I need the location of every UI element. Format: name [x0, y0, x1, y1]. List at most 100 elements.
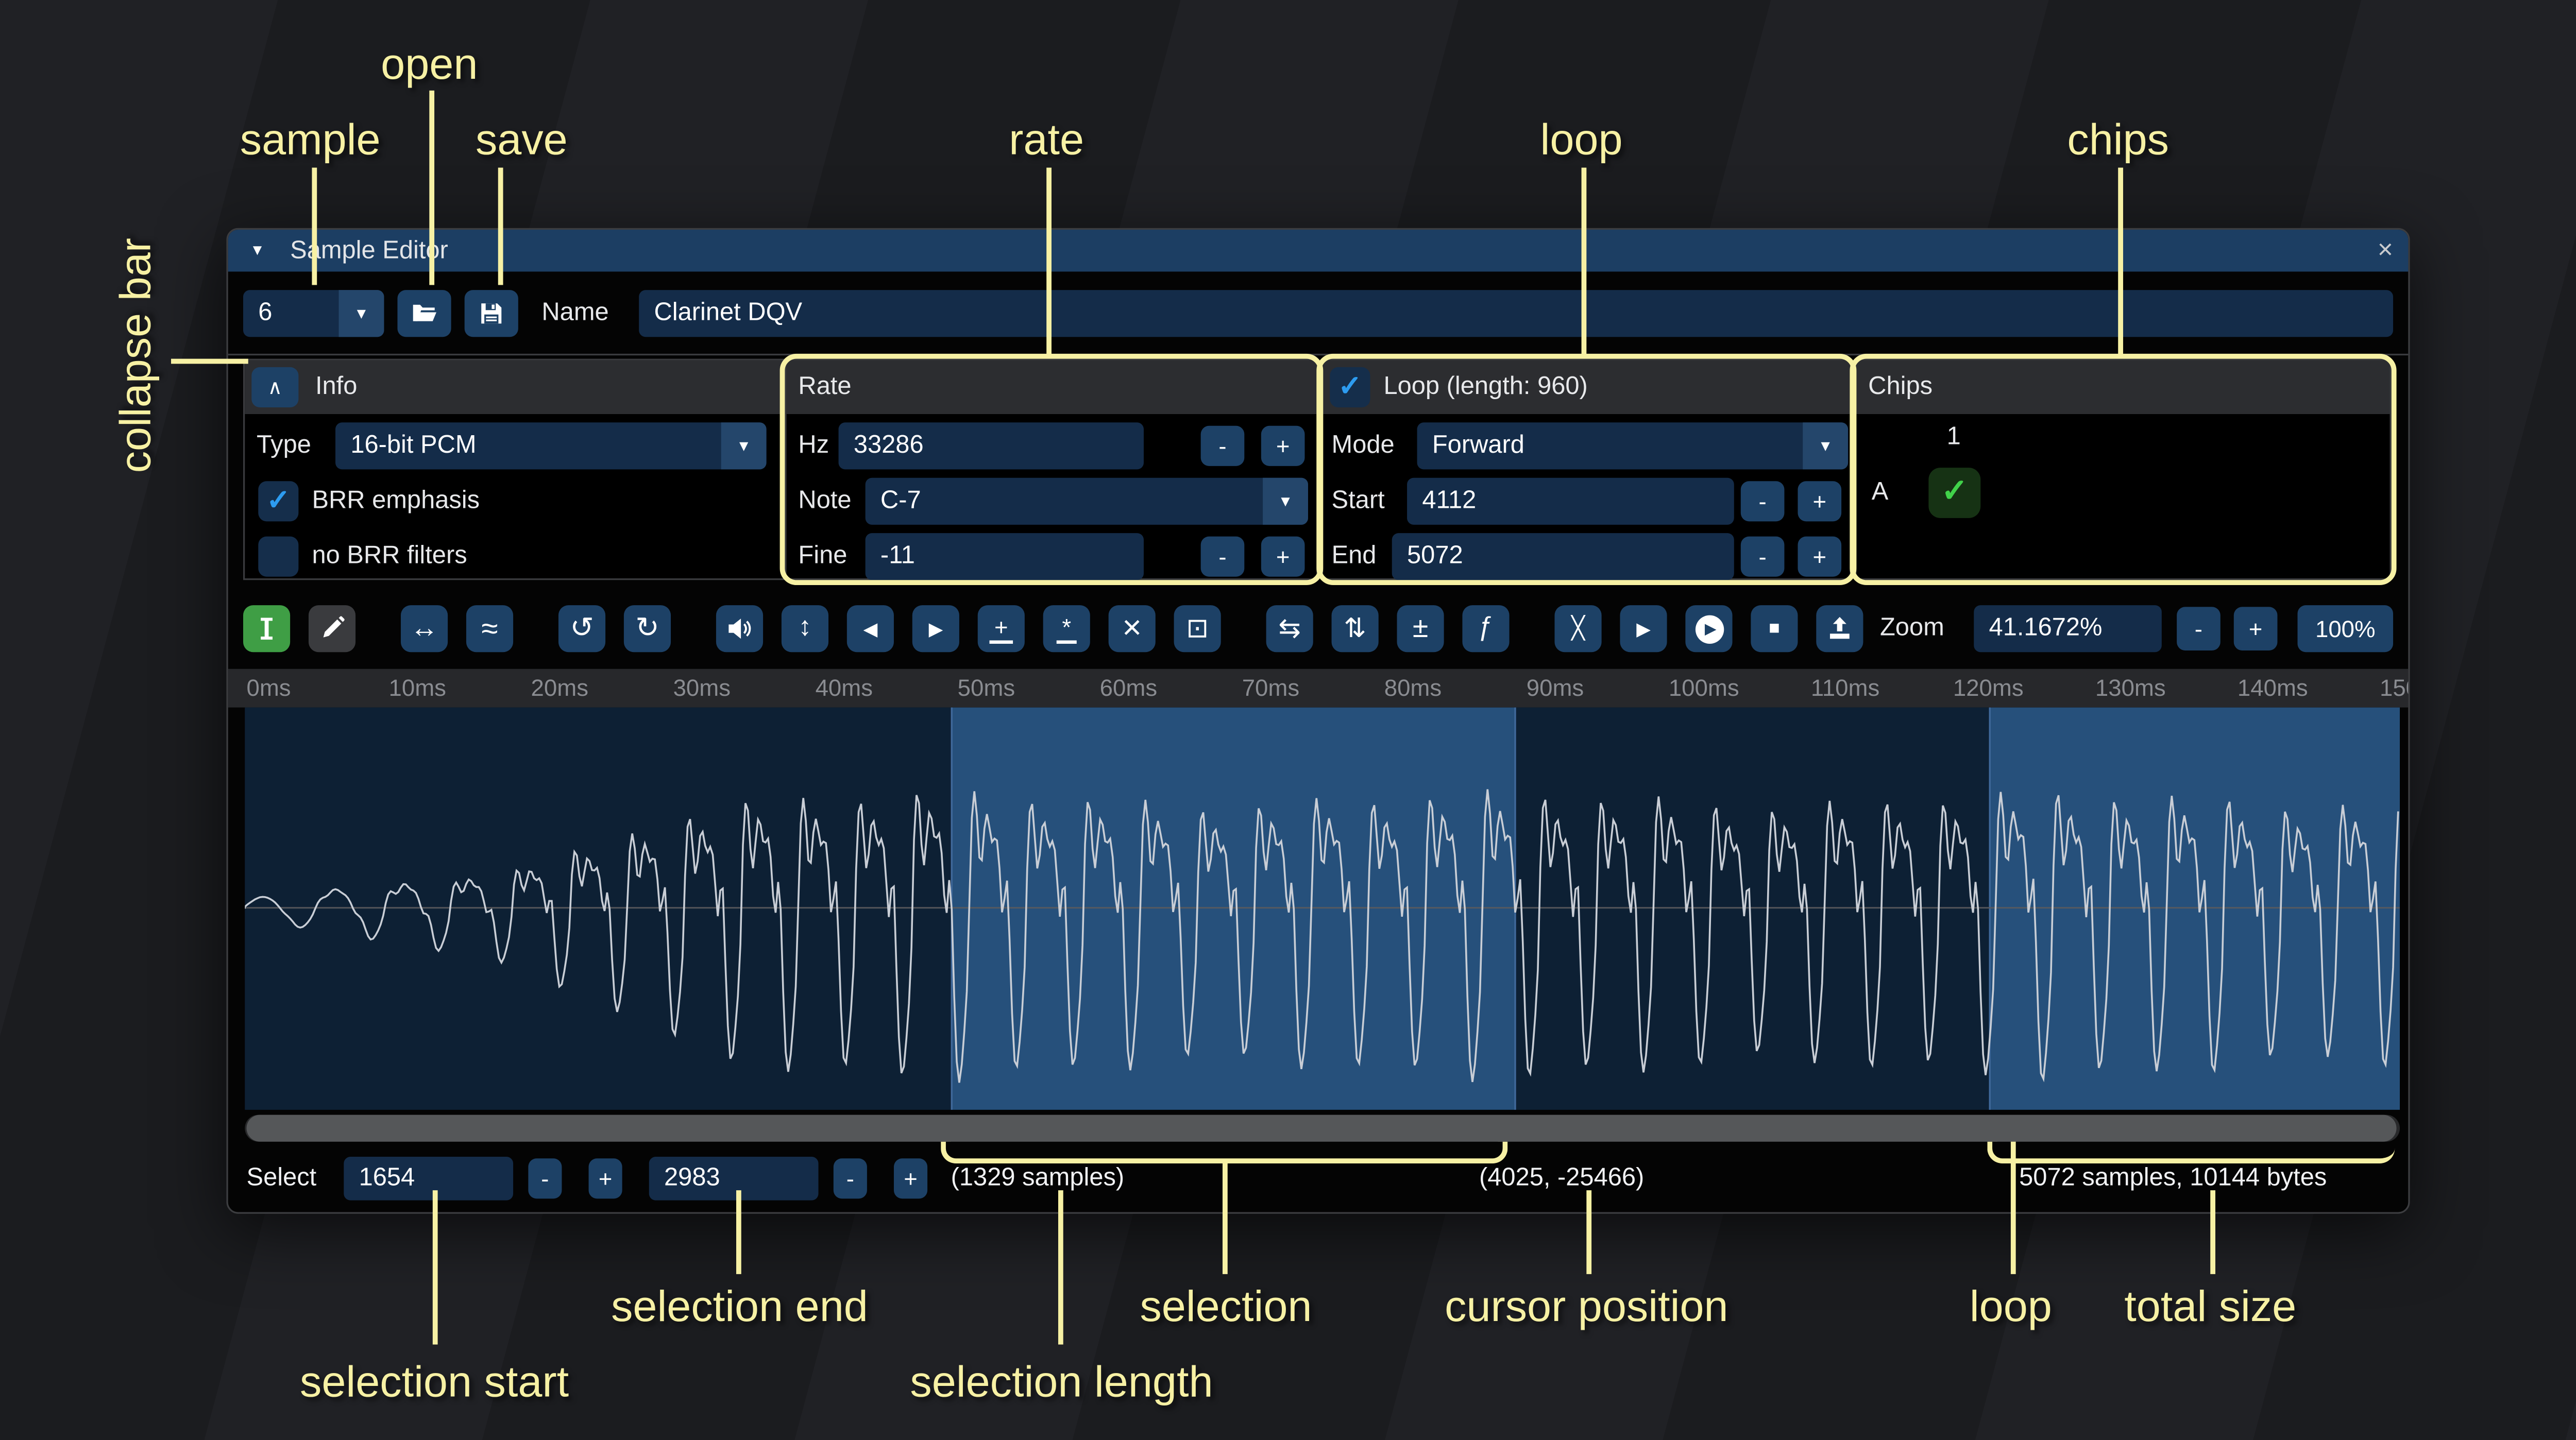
no-brr-filters-checkbox[interactable]	[258, 537, 298, 577]
zoom-label: Zoom	[1880, 605, 1944, 652]
annotation-loop: loop	[1540, 114, 1623, 166]
annotation-line	[736, 1190, 741, 1274]
ruler-tick: 90ms	[1527, 669, 1584, 708]
annotation-line	[429, 91, 434, 285]
info-panel: ∧ Info Type 16-bit PCM ▼ ✓ BRR emphasis …	[243, 359, 785, 580]
ruler-tick: 40ms	[816, 669, 873, 708]
type-label: Type	[257, 424, 311, 468]
annotation-line	[2118, 168, 2123, 356]
annotation-selection-end: selection end	[611, 1281, 868, 1333]
annotation-rate: rate	[1009, 114, 1084, 166]
create-instrument-from-sample-button[interactable]	[1816, 605, 1863, 652]
selection-start-input[interactable]: 1654	[344, 1157, 513, 1201]
sample-name-input[interactable]: Clarinet DQV	[639, 290, 2393, 337]
ruler-tick: 140ms	[2238, 669, 2308, 708]
sample-editor-window: ▼ Sample Editor × 6 ▼ Name Clarinet DQV …	[226, 228, 2410, 1214]
sample-type-dropdown[interactable]: 16-bit PCM ▼	[335, 422, 767, 469]
save-sample-button[interactable]	[465, 290, 518, 337]
annotation-loop-bottom: loop	[1970, 1281, 2052, 1333]
play-circle-icon: ▶	[1694, 614, 1723, 643]
edit-mode-draw-button[interactable]	[309, 605, 355, 652]
apply-silence-icon: *	[1057, 614, 1076, 643]
fade-in-button[interactable]: ◀	[847, 605, 894, 652]
time-ruler[interactable]: 0ms10ms20ms30ms40ms50ms60ms70ms80ms90ms1…	[228, 669, 2409, 708]
waveform-scrollbar-thumb[interactable]	[246, 1115, 2396, 1142]
selection-end-plus-button[interactable]: +	[894, 1158, 927, 1198]
annotation-total-size: total size	[2124, 1281, 2296, 1333]
trim-button[interactable]: ⊡	[1174, 605, 1221, 652]
selection-start-minus-button[interactable]: -	[528, 1158, 562, 1198]
preview-sample-button[interactable]: ▶	[1620, 605, 1667, 652]
chevron-down-icon[interactable]: ▼	[721, 422, 767, 469]
insert-silence-button[interactable]: +	[978, 605, 1025, 652]
zoom-in-button[interactable]: +	[2234, 607, 2278, 650]
normalize-button[interactable]: ↕	[782, 605, 828, 652]
play-sample-button[interactable]: ▶	[1685, 605, 1732, 652]
annotation-cursor-position: cursor position	[1445, 1281, 1728, 1333]
sample-type-value: 16-bit PCM	[350, 422, 476, 469]
amplify-button[interactable]	[716, 605, 763, 652]
selection-start-plus-button[interactable]: +	[589, 1158, 622, 1198]
screenshot-stage: ▼ Sample Editor × 6 ▼ Name Clarinet DQV …	[0, 0, 2576, 1440]
sample-number-dropdown[interactable]: 6 ▼	[243, 290, 384, 337]
zoom-out-button[interactable]: -	[2177, 607, 2221, 650]
titlebar[interactable]: ▼ Sample Editor ×	[228, 230, 2409, 271]
ruler-tick: 0ms	[246, 669, 291, 708]
annotation-open: open	[381, 39, 478, 91]
resize-button[interactable]: ↔	[401, 605, 448, 652]
reverse-button[interactable]: ⇆	[1266, 605, 1313, 652]
ruler-tick: 110ms	[1811, 669, 1879, 708]
ruler-tick: 120ms	[1953, 669, 2024, 708]
annotation-line	[1586, 1190, 1591, 1274]
brr-emphasis-checkbox[interactable]: ✓	[258, 481, 298, 521]
window-collapse-icon[interactable]: ▼	[250, 230, 265, 271]
annotation-line	[433, 1190, 438, 1344]
annotation-collapse-bar: collapse bar	[110, 238, 162, 473]
open-sample-button[interactable]	[397, 290, 451, 337]
signed-unsigned-button[interactable]: ±	[1397, 605, 1444, 652]
zoom-reset-button[interactable]: 100%	[2297, 605, 2393, 652]
apply-filter-button[interactable]: ƒ	[1462, 605, 1509, 652]
resample-button[interactable]: ≈	[466, 605, 513, 652]
invert-button[interactable]: ⇅	[1332, 605, 1379, 652]
chevron-down-icon[interactable]: ▼	[339, 290, 384, 337]
annotation-line	[171, 359, 248, 364]
annotation-line	[1582, 168, 1587, 356]
selection-end-input[interactable]: 2983	[649, 1157, 819, 1201]
name-label: Name	[541, 290, 608, 337]
ruler-tick: 100ms	[1669, 669, 1739, 708]
close-icon[interactable]: ×	[2378, 230, 2393, 271]
annotation-line	[1058, 1190, 1063, 1344]
annotation-line	[1046, 168, 1052, 356]
cursor-position-text: (4025, -25466)	[1479, 1157, 1644, 1201]
ruler-tick: 20ms	[531, 669, 588, 708]
annotation-line	[498, 168, 503, 285]
edit-mode-select-button[interactable]	[243, 605, 290, 652]
zoom-input[interactable]: 41.1672%	[1974, 605, 2162, 652]
apply-silence-button[interactable]: *	[1043, 605, 1090, 652]
redo-button[interactable]: ↻	[624, 605, 671, 652]
sample-number-value: 6	[258, 290, 272, 337]
ruler-tick: 50ms	[958, 669, 1015, 708]
ruler-tick: 10ms	[389, 669, 446, 708]
insert-silence-icon: +	[989, 614, 1013, 643]
ruler-tick: 130ms	[2095, 669, 2166, 708]
ruler-tick: 150	[2380, 669, 2408, 708]
check-icon: ✓	[266, 485, 290, 517]
ruler-tick: 70ms	[1242, 669, 1299, 708]
stop-preview-button[interactable]: ■	[1751, 605, 1798, 652]
open-folder-icon	[411, 300, 438, 327]
undo-button[interactable]: ↺	[558, 605, 605, 652]
select-label: Select	[246, 1157, 316, 1201]
collapse-bar-button[interactable]: ∧	[251, 367, 298, 407]
info-panel-header: ∧ Info	[245, 361, 783, 414]
annotation-sample: sample	[240, 114, 381, 166]
waveform-view[interactable]	[245, 708, 2400, 1110]
annotation-selection-start: selection start	[300, 1356, 569, 1408]
floppy-save-icon	[478, 300, 505, 327]
crossfade-loop-button[interactable]: ╳	[1554, 605, 1601, 652]
ruler-tick: 30ms	[673, 669, 731, 708]
delete-button[interactable]: ×	[1109, 605, 1156, 652]
selection-end-minus-button[interactable]: -	[834, 1158, 867, 1198]
fade-out-button[interactable]: ▶	[912, 605, 959, 652]
